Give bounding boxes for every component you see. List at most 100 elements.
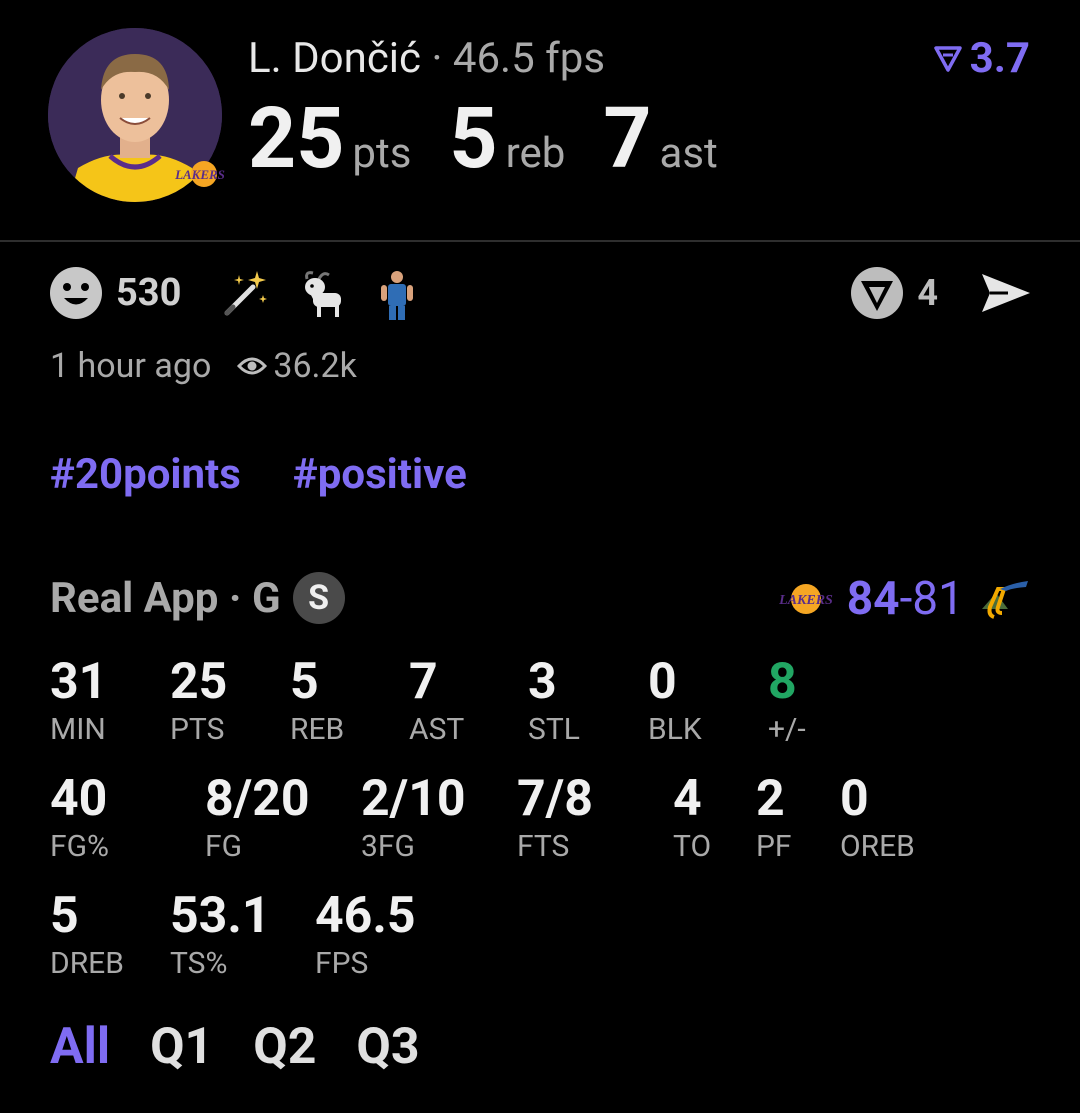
lakers-logo-icon: LAKERS (778, 584, 833, 614)
stat-label: REB (290, 712, 345, 747)
stat-ts-pct: 53.1 TS% (170, 888, 271, 982)
stat-label: TS% (170, 946, 228, 981)
headline-stats: 25 pts 5 reb 7 ast (248, 96, 756, 182)
stat-value: 8/20 (205, 770, 310, 828)
stat-label: FG (205, 829, 243, 864)
view-count-value: 36.2k (273, 346, 357, 386)
score-dash: - (899, 572, 913, 626)
hashtag-20points[interactable]: #20points (50, 450, 241, 499)
game-score[interactable]: LAKERS 84 - 81 (775, 572, 1032, 626)
stat-stl: 3 STL (528, 654, 580, 748)
stat-label: FTS (517, 829, 570, 864)
stat-ast: 7 AST (409, 654, 464, 748)
tab-q1[interactable]: Q1 (150, 1018, 213, 1076)
stat-value: 8 (768, 653, 797, 711)
stat-label: DREB (50, 946, 124, 981)
stat-label: PF (756, 829, 792, 864)
jazz-logo-icon (982, 581, 1028, 619)
stat-value: 0 (840, 770, 869, 828)
post-time: 1 hour ago (50, 346, 212, 386)
hashtags: #20points #positive (50, 450, 467, 499)
stat-label: AST (409, 712, 465, 747)
stat-fps: 46.5 FPS (315, 888, 416, 982)
stat-reb: 5 REB (290, 654, 344, 748)
smile-icon[interactable] (48, 265, 104, 321)
stat-label: BLK (648, 712, 702, 747)
stat-dreb: 5 DREB (50, 888, 124, 982)
stat-to: 4 TO (673, 771, 711, 865)
goat-icon[interactable] (293, 265, 349, 321)
title-separator: · (431, 34, 443, 83)
stat-value: 40 (50, 770, 108, 828)
headline-pts-value: 25 (248, 89, 345, 188)
stat-3fg: 2/10 3FG (361, 771, 466, 865)
stat-label: MIN (50, 712, 106, 747)
magic-wand-icon[interactable] (217, 265, 273, 321)
score-away: 81 (912, 572, 964, 626)
stat-value: 4 (673, 770, 702, 828)
send-icon[interactable] (978, 270, 1034, 316)
stat-plus-minus: 8 +/- (768, 654, 806, 748)
reactions-bar: 530 (48, 264, 445, 322)
stat-value: 3 (528, 653, 557, 711)
stat-value: 7 (409, 653, 438, 711)
headline-pts-unit: pts (352, 129, 412, 178)
stat-value: 0 (648, 653, 677, 711)
stat-fg: 8/20 FG (205, 771, 310, 865)
stat-fg-pct: 40 FG% (50, 771, 109, 865)
stat-value: 5 (50, 887, 79, 945)
tab-all[interactable]: All (50, 1018, 110, 1076)
headline-ast-unit: ast (659, 129, 718, 178)
headline-reb-value: 5 (449, 89, 498, 188)
header-divider (0, 240, 1080, 242)
starter-badge: S (292, 572, 345, 624)
v-badge-count[interactable]: 4 (917, 272, 938, 314)
stat-blk: 0 BLK (648, 654, 702, 748)
stat-label: PTS (170, 712, 225, 747)
stat-value: 25 (170, 653, 228, 711)
quarter-tabs: All Q1 Q2 Q3 (50, 1018, 420, 1076)
stat-value: 2/10 (361, 770, 466, 828)
view-count: 36.2k (237, 346, 357, 386)
svg-text:LAKERS: LAKERS (174, 167, 225, 182)
reaction-count[interactable]: 530 (116, 271, 181, 315)
stat-label: +/- (768, 712, 806, 747)
v-badge-icon[interactable] (849, 265, 905, 321)
rating-badge[interactable]: 3.7 (933, 34, 1030, 84)
lakers-logo-icon: LAKERS (174, 161, 225, 187)
stat-value: 46.5 (315, 887, 416, 945)
stat-min: 31 MIN (50, 654, 107, 748)
eye-icon (237, 357, 268, 375)
player-title: L. Dončić · 46.5 fps (248, 34, 605, 84)
svg-text:LAKERS: LAKERS (778, 593, 833, 608)
hashtag-positive[interactable]: #positive (293, 450, 467, 499)
player-sticker-icon[interactable] (369, 265, 425, 321)
stat-value: 7/8 (517, 770, 593, 828)
source-label: Real App · G (50, 573, 281, 623)
stat-label: FG% (50, 829, 109, 864)
headline-reb-unit: reb (505, 129, 566, 178)
player-fps: 46.5 fps (452, 34, 606, 83)
stat-value: 53.1 (170, 887, 271, 945)
stat-value: 5 (290, 653, 319, 711)
stat-value: 2 (756, 770, 785, 828)
headline-ast-value: 7 (603, 89, 652, 188)
tab-q3[interactable]: Q3 (356, 1018, 419, 1076)
post-meta: 1 hour ago 36.2k (50, 346, 357, 386)
stat-fts: 7/8 FTS (517, 771, 593, 865)
stat-label: FPS (315, 946, 369, 981)
stat-label: OREB (840, 829, 915, 864)
stat-oreb: 0 OREB (840, 771, 915, 865)
stat-label: TO (673, 829, 712, 864)
score-home: 84 (846, 572, 900, 626)
rating-value: 3.7 (969, 34, 1030, 83)
player-name[interactable]: L. Dončić (248, 34, 421, 83)
tab-q2[interactable]: Q2 (253, 1018, 316, 1076)
stat-pf: 2 PF (756, 771, 792, 865)
stat-pts: 25 PTS (170, 654, 227, 748)
reactions-right: 4 (849, 264, 1034, 322)
stat-label: 3FG (361, 829, 415, 864)
stat-label: STL (528, 712, 580, 747)
box-score-source: Real App · G S (50, 572, 345, 624)
stat-value: 31 (50, 653, 108, 711)
